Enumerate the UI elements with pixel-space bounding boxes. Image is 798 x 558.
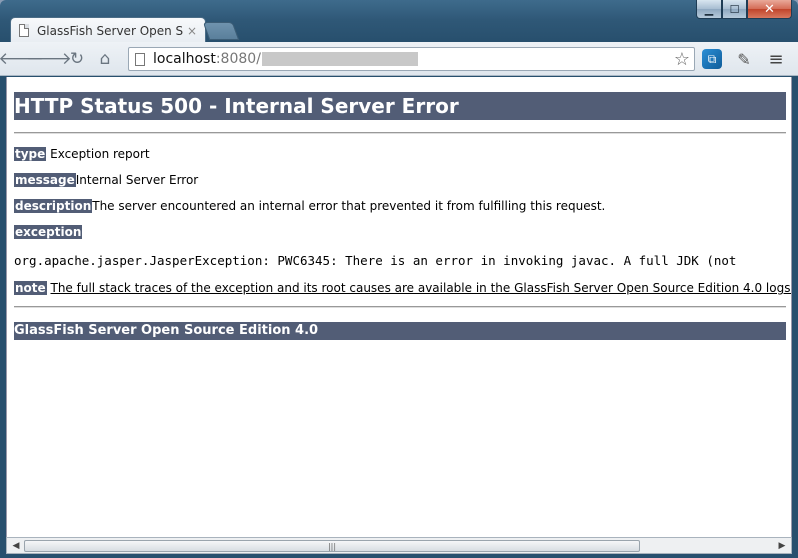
scrollbar-thumb[interactable]: ||| (24, 540, 640, 552)
message-row: messageInternal Server Error (14, 173, 198, 187)
server-footer: GlassFish Server Open Source Edition 4.0 (14, 322, 786, 340)
note-row: note The full stack traces of the except… (14, 281, 792, 295)
url-port: :8080/ (215, 51, 261, 67)
divider (14, 132, 786, 134)
browser-toolbar: 🡐 🡒 ↻ ⌂ localhost:8080/ ☆ ⧉ ✎ ≡ (0, 42, 798, 76)
divider (14, 306, 786, 308)
page-content: HTTP Status 500 - Internal Server Error … (6, 77, 792, 537)
message-value: Internal Server Error (75, 173, 199, 187)
minimize-button[interactable]: ▁ (696, 0, 722, 19)
horizontal-scrollbar[interactable]: ◀ ||| ▶ (6, 537, 792, 554)
bookmark-star-icon[interactable]: ☆ (674, 49, 690, 70)
close-window-button[interactable]: ✕ (747, 0, 792, 19)
exception-row: exception (14, 225, 83, 239)
url-host: localhost (153, 51, 216, 67)
address-bar[interactable]: localhost:8080/ ☆ (128, 47, 695, 71)
note-value: The full stack traces of the exception a… (50, 281, 792, 295)
extension-button[interactable]: ⧉ (701, 48, 723, 70)
redacted-url-path (261, 52, 418, 66)
reload-icon[interactable]: ↻ (64, 46, 90, 72)
scroll-right-icon[interactable]: ▶ (775, 540, 789, 552)
home-icon[interactable]: ⌂ (92, 46, 118, 72)
page-icon (19, 24, 29, 37)
exception-text: org.apache.jasper.JasperException: PWC63… (14, 253, 737, 268)
note-label: note (14, 281, 47, 295)
description-row: descriptionThe server encountered an int… (14, 199, 605, 213)
new-tab-button[interactable] (202, 22, 240, 40)
type-value: Exception report (46, 147, 150, 161)
tab-close-icon[interactable]: × (187, 24, 197, 38)
tab-glassfish[interactable]: GlassFish Server Open Sou × (10, 17, 206, 43)
window-controls: ▁ ☐ ✕ (696, 0, 792, 19)
description-value: The server encountered an internal error… (92, 199, 606, 213)
scroll-left-icon[interactable]: ◀ (9, 540, 23, 552)
page-title: HTTP Status 500 - Internal Server Error (14, 92, 786, 120)
exception-label: exception (14, 225, 83, 239)
page-icon (135, 52, 145, 66)
tab-title: GlassFish Server Open Sou (37, 23, 183, 38)
extension-icon: ⧉ (702, 49, 722, 69)
description-label: description (14, 199, 93, 213)
forward-icon[interactable]: 🡒 (26, 46, 72, 72)
type-row: type Exception report (14, 147, 150, 161)
browser-window: ▁ ☐ ✕ GlassFish Server Open Sou × 🡐 🡒 ↻ … (0, 0, 798, 558)
type-label: type (14, 147, 47, 161)
pen-extension-icon[interactable]: ✎ (733, 48, 755, 70)
maximize-button[interactable]: ☐ (722, 0, 747, 19)
menu-icon[interactable]: ≡ (765, 48, 787, 70)
message-label: message (14, 173, 76, 187)
